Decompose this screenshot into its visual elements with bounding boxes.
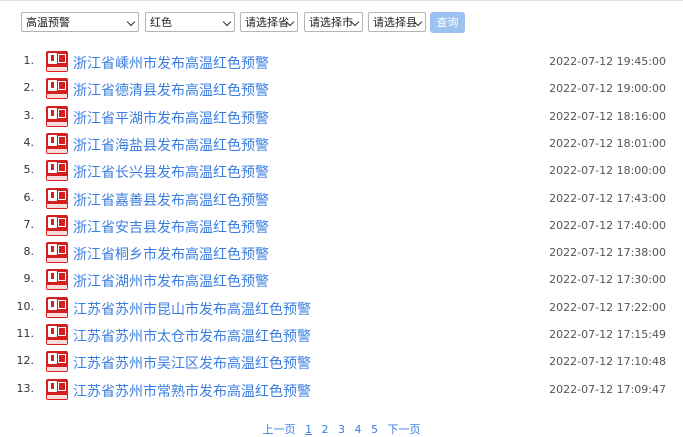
warning-time: 2022-07-12 17:30:00 [549, 273, 666, 287]
warning-title-link[interactable]: 浙江省海盐县发布高温红色预警 [73, 135, 269, 155]
page-link-1[interactable]: 1 [305, 423, 312, 436]
chevron-down-icon [222, 17, 232, 27]
warning-title-link[interactable]: 江苏省苏州市吴江区发布高温红色预警 [73, 353, 311, 373]
high-temperature-red-warning-icon [46, 242, 68, 264]
warning-title-link[interactable]: 浙江省嵊州市发布高温红色预警 [73, 53, 269, 73]
warning-time: 2022-07-12 17:38:00 [549, 246, 666, 260]
warning-time: 2022-07-12 18:00:00 [549, 164, 666, 178]
warning-title-link[interactable]: 浙江省安吉县发布高温红色预警 [73, 217, 269, 237]
warning-time: 2022-07-12 17:15:49 [549, 328, 666, 341]
high-temperature-red-warning-icon [46, 324, 68, 345]
high-temperature-red-warning-icon [46, 187, 68, 209]
item-number: 12. [16, 354, 35, 368]
item-number: 8. [23, 245, 35, 259]
item-number: 13. [16, 381, 35, 395]
warning-time: 2022-07-12 17:09:47 [549, 382, 666, 396]
level-value: 红色 [150, 16, 172, 29]
page-link-2[interactable]: 2 [322, 423, 329, 436]
next-page-link[interactable]: 下一页 [388, 421, 421, 437]
list-item: 5. 浙江省长兴县发布高温红色预警 2022-07-12 18:00:00 [0, 160, 683, 187]
warning-time: 2022-07-12 17:22:00 [549, 300, 666, 314]
high-temperature-red-warning-icon [46, 296, 68, 318]
city-select[interactable]: 请选择市 [304, 12, 363, 32]
warning-time: 2022-07-12 17:40:00 [549, 218, 666, 232]
high-temperature-red-warning-icon [46, 132, 68, 154]
warning-title-link[interactable]: 江苏省苏州市昆山市发布高温红色预警 [73, 299, 311, 319]
item-number: 7. [23, 217, 35, 231]
list-item: 3. 浙江省平湖市发布高温红色预警 2022-07-12 18:16:00 [0, 105, 683, 133]
top-divider [0, 0, 683, 1]
warning-time: 2022-07-12 17:43:00 [549, 191, 666, 205]
item-number: 6. [23, 190, 35, 204]
list-item: 7. 浙江省安吉县发布高温红色预警 2022-07-12 17:40:00 [0, 214, 683, 242]
high-temperature-red-warning-icon [46, 269, 68, 291]
level-select[interactable]: 红色 [145, 12, 235, 32]
warning-time: 2022-07-12 18:16:00 [549, 109, 666, 123]
page-link-3[interactable]: 3 [338, 423, 345, 436]
warning-title-link[interactable]: 浙江省平湖市发布高温红色预警 [73, 108, 269, 128]
high-temperature-red-warning-icon [46, 51, 68, 72]
warning-title-link[interactable]: 浙江省湖州市发布高温红色预警 [73, 271, 269, 291]
high-temperature-red-warning-icon [46, 78, 68, 100]
county-select[interactable]: 请选择县 [368, 12, 426, 32]
item-number: 5. [23, 163, 35, 177]
prev-page-link[interactable]: 上一页 [263, 421, 296, 437]
list-item: 9. 浙江省湖州市发布高温红色预警 2022-07-12 17:30:00 [0, 269, 683, 296]
list-item: 2. 浙江省德清县发布高温红色预警 2022-07-12 19:00:00 [0, 78, 683, 105]
pagination: 上一页 1 2 3 4 5 下一页 [0, 421, 683, 437]
warning-type-select[interactable]: 高温预警 [21, 12, 139, 32]
item-number: 11. [16, 327, 35, 340]
list-item: 1. 浙江省嵊州市发布高温红色预警 2022-07-12 19:45:00 [0, 51, 683, 78]
warning-title-link[interactable]: 浙江省桐乡市发布高温红色预警 [73, 244, 269, 264]
warning-time: 2022-07-12 18:01:00 [549, 136, 666, 150]
warning-time: 2022-07-12 17:10:48 [549, 355, 666, 369]
item-number: 10. [16, 299, 35, 313]
high-temperature-red-warning-icon [46, 351, 68, 373]
province-select[interactable]: 请选择省 [240, 12, 298, 32]
list-item: 12. 江苏省苏州市吴江区发布高温红色预警 2022-07-12 17:10:48 [0, 351, 683, 378]
warning-title-link[interactable]: 江苏省苏州市常熟市发布高温红色预警 [73, 381, 311, 401]
chevron-down-icon [126, 17, 136, 27]
warning-title-link[interactable]: 浙江省嘉善县发布高温红色预警 [73, 190, 269, 210]
page-link-4[interactable]: 4 [355, 423, 362, 436]
list-item: 4. 浙江省海盐县发布高温红色预警 2022-07-12 18:01:00 [0, 132, 683, 160]
query-button[interactable]: 查询 [430, 12, 465, 33]
list-item: 8. 浙江省桐乡市发布高温红色预警 2022-07-12 17:38:00 [0, 242, 683, 269]
county-value: 请选择县 [373, 16, 417, 29]
warning-time: 2022-07-12 19:45:00 [549, 55, 666, 68]
list-item: 11. 江苏省苏州市太仓市发布高温红色预警 2022-07-12 17:15:49 [0, 324, 683, 351]
warning-type-value: 高温预警 [26, 16, 70, 29]
high-temperature-red-warning-icon [46, 105, 68, 127]
item-number: 2. [23, 81, 35, 95]
high-temperature-red-warning-icon [46, 378, 68, 400]
list-item: 6. 浙江省嘉善县发布高温红色预警 2022-07-12 17:43:00 [0, 187, 683, 215]
page-link-5[interactable]: 5 [371, 423, 378, 436]
warning-title-link[interactable]: 浙江省长兴县发布高温红色预警 [73, 162, 269, 182]
item-number: 3. [23, 108, 35, 122]
item-number: 9. [23, 272, 35, 286]
warning-time: 2022-07-12 19:00:00 [549, 82, 666, 96]
warning-title-link[interactable]: 江苏省苏州市太仓市发布高温红色预警 [73, 326, 311, 346]
city-value: 请选择市 [309, 16, 353, 29]
warning-title-link[interactable]: 浙江省德清县发布高温红色预警 [73, 80, 269, 100]
list-item: 10. 江苏省苏州市昆山市发布高温红色预警 2022-07-12 17:22:00 [0, 296, 683, 324]
high-temperature-red-warning-icon [46, 214, 68, 236]
item-number: 4. [23, 135, 35, 149]
province-value: 请选择省 [245, 16, 289, 29]
list-item: 13. 江苏省苏州市常熟市发布高温红色预警 2022-07-12 17:09:47 [0, 378, 683, 406]
item-number: 1. [23, 54, 35, 67]
high-temperature-red-warning-icon [46, 160, 68, 182]
